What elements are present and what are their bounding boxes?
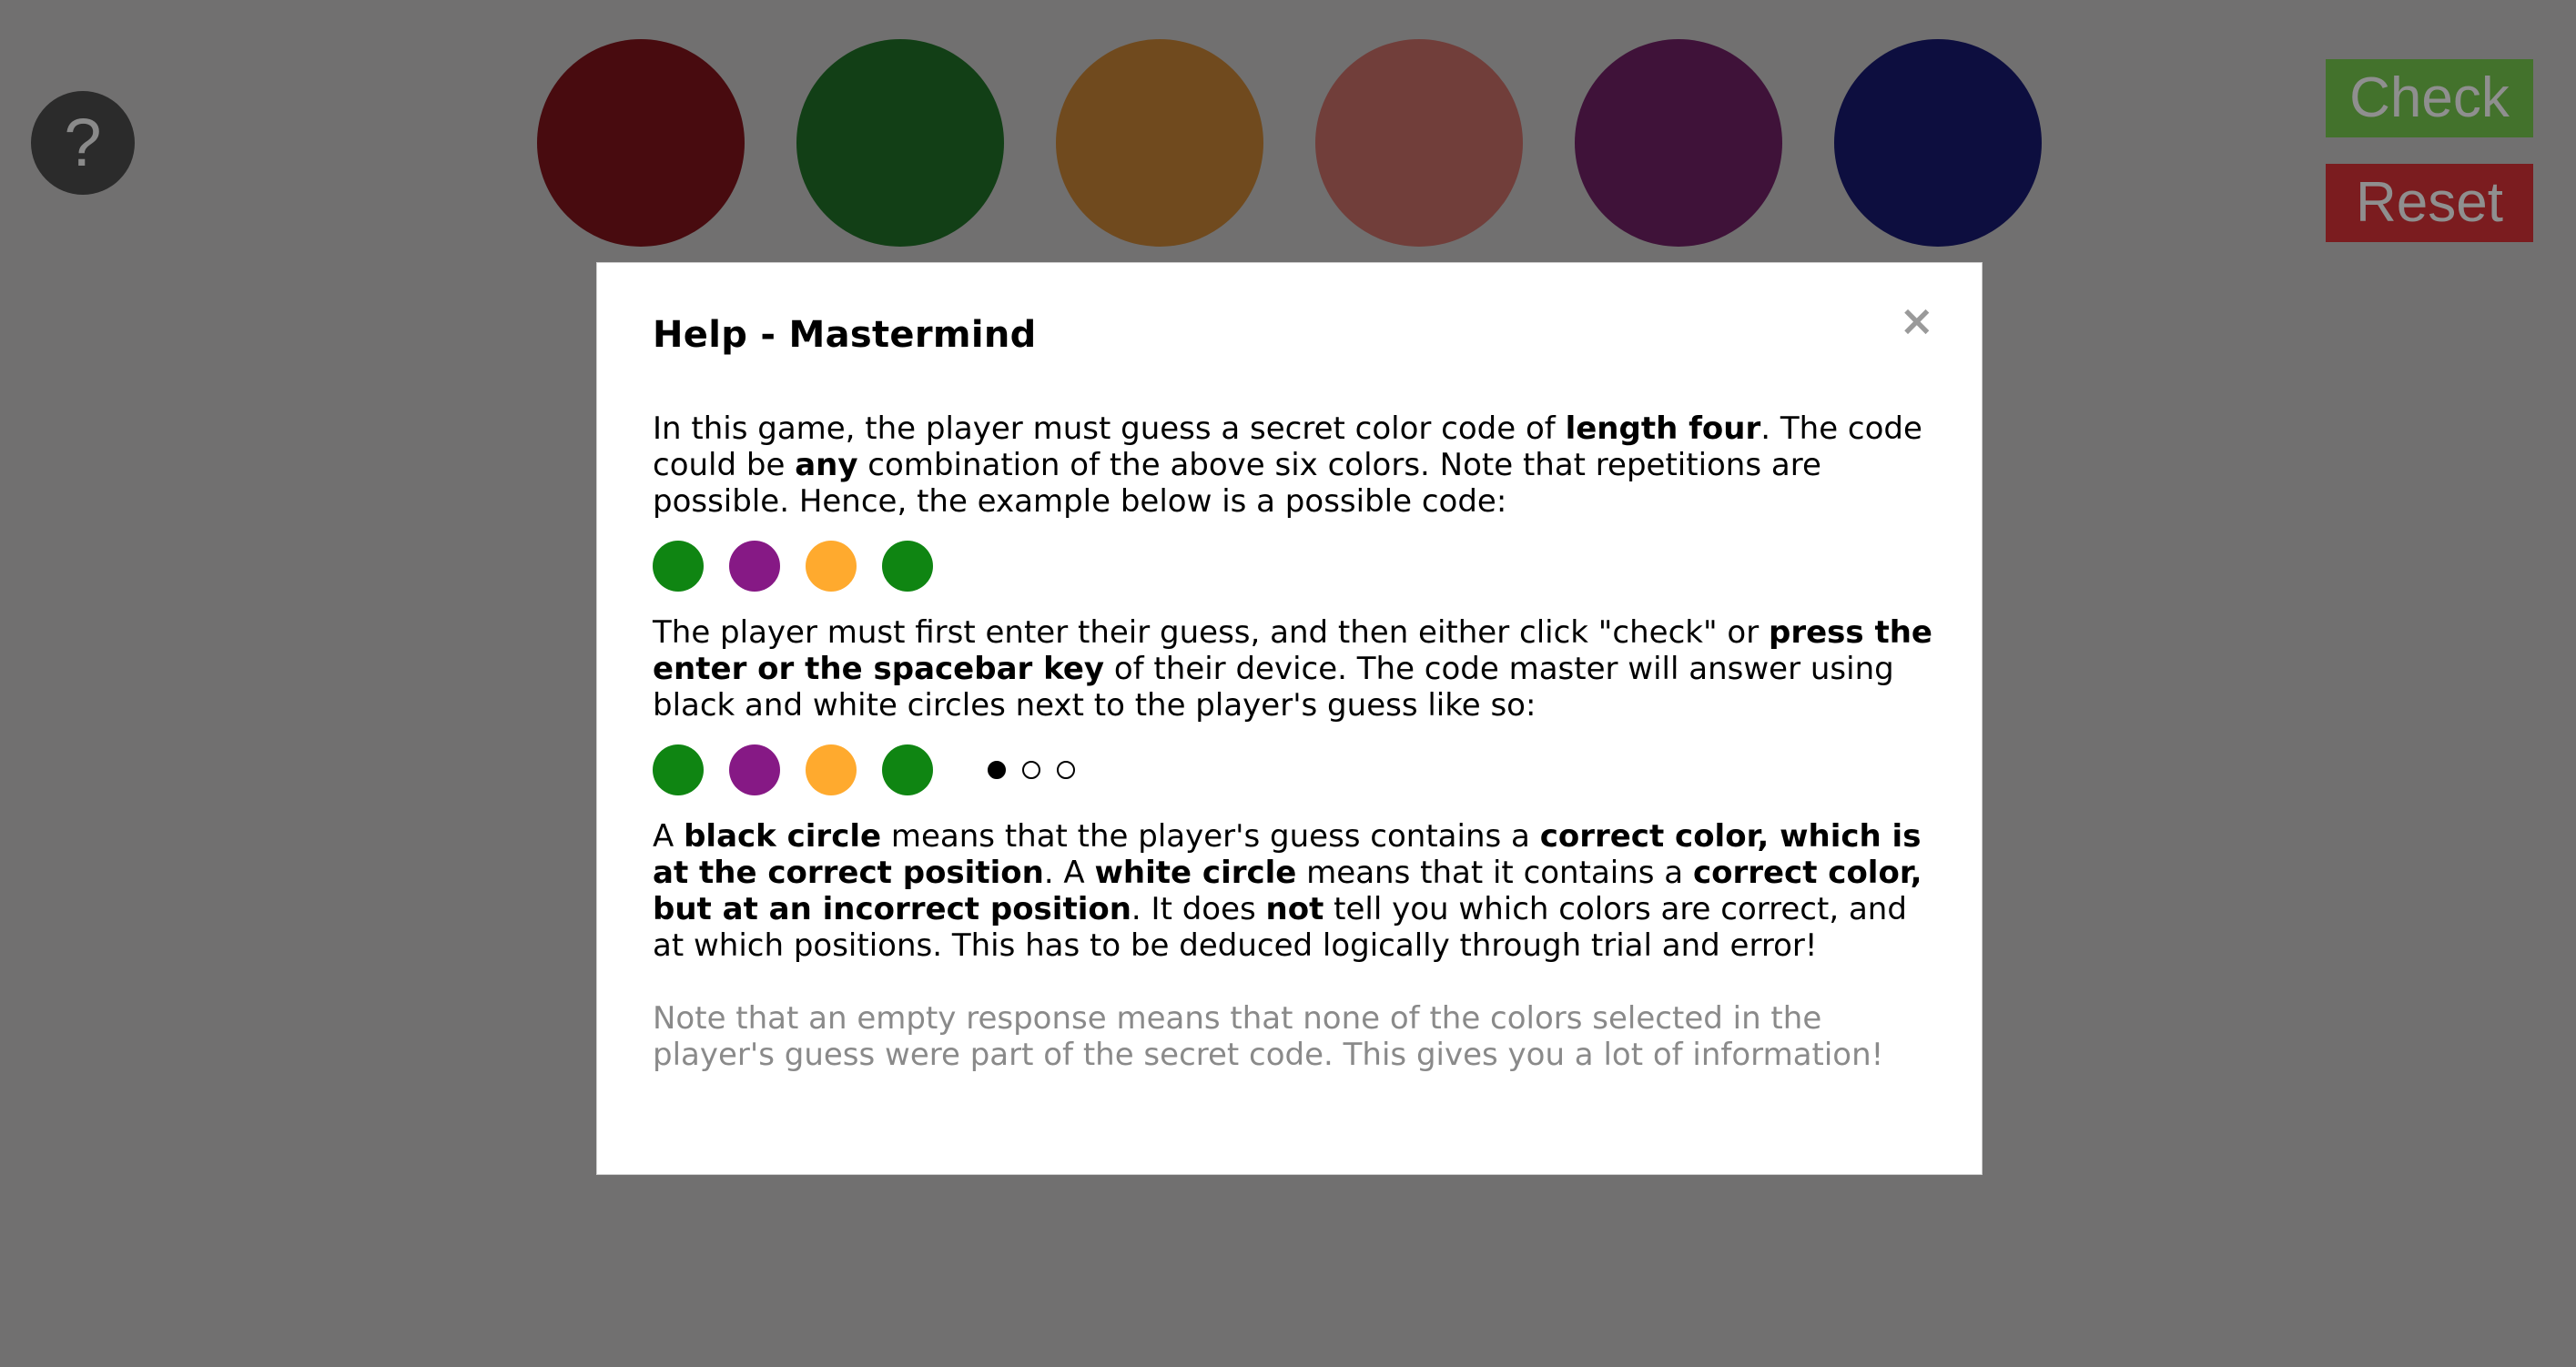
example-code-row: [653, 540, 1941, 592]
check-button[interactable]: Check: [2326, 59, 2533, 137]
help-modal: × Help - Mastermind In this game, the pl…: [596, 262, 1983, 1175]
example-guess-row: [653, 744, 1941, 796]
modal-title: Help - Mastermind: [653, 314, 1037, 356]
palette-color-blue[interactable]: [1834, 39, 2042, 247]
feedback-pegs: [988, 761, 1075, 779]
example-code-dot: [882, 541, 933, 592]
feedback-peg: [1022, 761, 1040, 779]
example-guess-dot: [653, 744, 704, 795]
palette-color-red[interactable]: [537, 39, 745, 247]
example-guess-dot: [729, 744, 780, 795]
palette-color-pink[interactable]: [1315, 39, 1523, 247]
example-code-dot: [806, 541, 857, 592]
instructions-paragraph: The player must first enter their guess,…: [653, 614, 1932, 724]
close-icon[interactable]: ×: [1899, 299, 1934, 341]
modal-body: In this game, the player must guess a se…: [653, 410, 1941, 1073]
note-paragraph: Note that an empty response means that n…: [653, 1000, 1884, 1073]
explanation-paragraph: A black circle means that the player's g…: [653, 818, 1922, 964]
example-code-dot: [653, 541, 704, 592]
help-button[interactable]: ?: [31, 91, 135, 195]
example-guess-dot: [806, 744, 857, 795]
reset-button[interactable]: Reset: [2326, 164, 2533, 242]
palette-color-orange[interactable]: [1056, 39, 1263, 247]
palette-color-purple[interactable]: [1575, 39, 1782, 247]
example-code-dot: [729, 541, 780, 592]
intro-paragraph: In this game, the player must guess a se…: [653, 410, 1922, 520]
example-guess-dot: [882, 744, 933, 795]
color-palette: [537, 39, 2042, 247]
feedback-peg: [1057, 761, 1075, 779]
palette-color-green[interactable]: [796, 39, 1004, 247]
feedback-peg: [988, 761, 1006, 779]
